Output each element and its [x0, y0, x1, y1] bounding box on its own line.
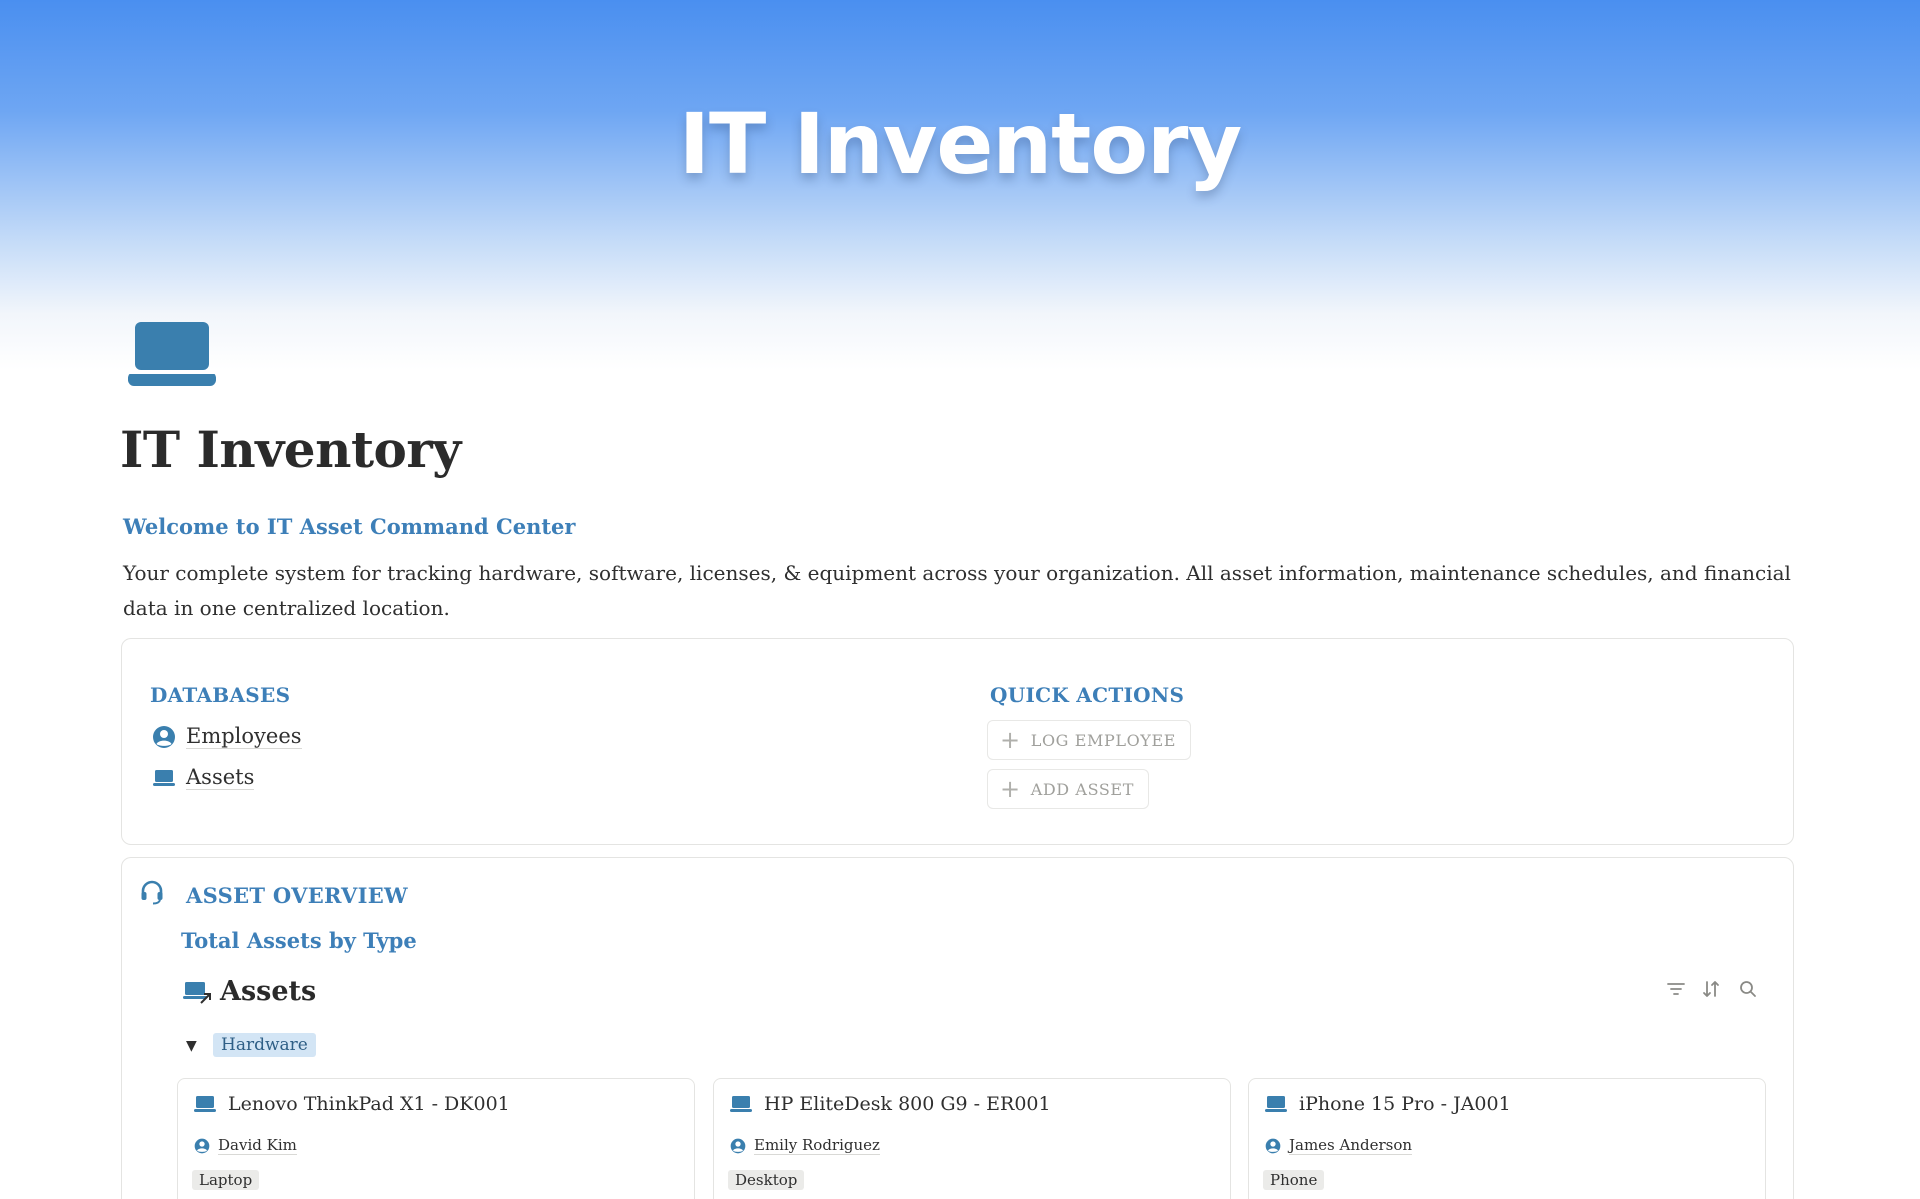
database-link-label: Assets — [186, 765, 255, 790]
asset-card-person: David Kim — [218, 1136, 297, 1155]
laptop-link-icon — [183, 981, 211, 1004]
databases-quick-actions-panel — [121, 638, 1794, 845]
headset-icon — [141, 880, 163, 905]
button-label: ADD ASSET — [1030, 779, 1134, 799]
database-link-employees[interactable]: Employees — [152, 724, 302, 749]
laptop-icon — [1265, 1096, 1287, 1112]
page-description: Your complete system for tracking hardwa… — [123, 561, 1791, 620]
total-assets-subheading: Total Assets by Type — [181, 928, 417, 953]
asset-card-title: HP EliteDesk 800 G9 - ER001 — [764, 1093, 1051, 1115]
asset-card-title: Lenovo ThinkPad X1 - DK001 — [228, 1093, 510, 1115]
add-asset-button[interactable]: + ADD ASSET — [987, 769, 1149, 809]
asset-card-title: iPhone 15 Pro - JA001 — [1299, 1093, 1511, 1115]
quick-actions-heading: QUICK ACTIONS — [990, 683, 1185, 707]
cover-banner: IT Inventory — [0, 0, 1920, 370]
laptop-icon — [194, 1096, 216, 1112]
asset-card[interactable]: Lenovo ThinkPad X1 - DK001 David Kim Lap… — [177, 1078, 695, 1199]
laptop-icon[interactable] — [126, 320, 218, 388]
asset-card-type-tag: Phone — [1263, 1170, 1325, 1190]
database-link-label: Employees — [186, 724, 302, 749]
person-icon — [153, 725, 175, 748]
welcome-heading: Welcome to IT Asset Command Center — [123, 514, 576, 539]
asset-card[interactable]: HP EliteDesk 800 G9 - ER001 Emily Rodrig… — [713, 1078, 1231, 1199]
plus-icon: + — [1000, 775, 1021, 803]
database-link-assets[interactable]: Assets — [152, 765, 255, 790]
button-label: LOG EMPLOYEE — [1030, 730, 1177, 750]
asset-card-type-tag: Laptop — [192, 1170, 260, 1190]
assets-database-title[interactable]: Assets — [182, 976, 316, 1007]
plus-icon: + — [1000, 726, 1021, 754]
person-icon — [1265, 1138, 1281, 1153]
databases-heading: DATABASES — [150, 683, 291, 707]
log-employee-button[interactable]: + LOG EMPLOYEE — [987, 720, 1192, 760]
laptop-icon — [730, 1096, 752, 1112]
group-tag-hardware: Hardware — [213, 1033, 316, 1057]
page-title: IT Inventory — [120, 420, 461, 479]
asset-card-person: James Anderson — [1289, 1136, 1413, 1155]
sort-icon[interactable] — [1700, 978, 1722, 1000]
asset-card-type-tag: Desktop — [728, 1170, 805, 1190]
asset-card-person: Emily Rodriguez — [754, 1136, 880, 1155]
asset-card[interactable]: iPhone 15 Pro - JA001 James Anderson Pho… — [1248, 1078, 1766, 1199]
search-icon[interactable] — [1737, 978, 1759, 1000]
cover-title: IT Inventory — [678, 95, 1242, 193]
assets-title-label: Assets — [220, 976, 317, 1007]
person-icon — [730, 1138, 746, 1153]
collapse-toggle-icon[interactable]: ▼ — [186, 1038, 197, 1054]
filter-icon[interactable] — [1665, 978, 1687, 1000]
laptop-icon — [153, 769, 175, 786]
asset-overview-heading: ASSET OVERVIEW — [186, 883, 408, 908]
person-icon — [194, 1138, 210, 1153]
